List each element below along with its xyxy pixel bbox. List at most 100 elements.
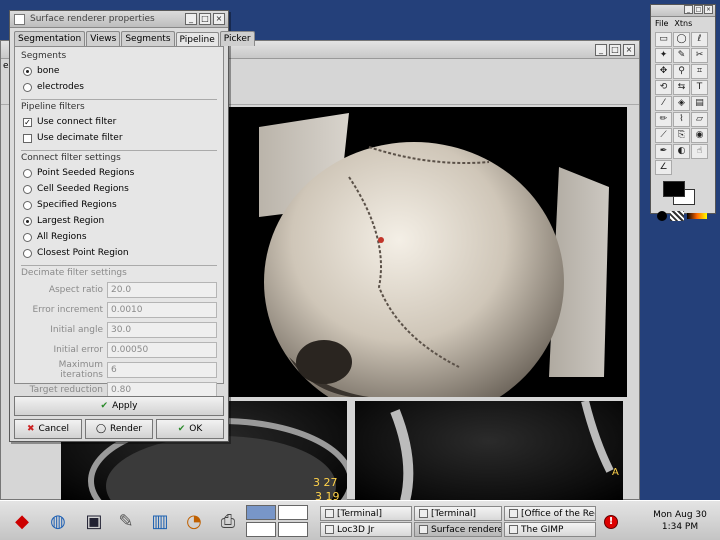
bucket-fill-icon[interactable]: ◈ [673,96,690,111]
browser-icon[interactable]: ◍ [44,507,72,535]
minimize-icon[interactable]: _ [595,44,607,56]
apply-button[interactable]: ✔ Apply [14,396,224,416]
task-gimp[interactable]: The GIMP [504,522,596,537]
radio-largest[interactable]: Largest Region [21,213,217,229]
scissors-icon[interactable]: ✂ [691,48,708,63]
minimize-icon[interactable]: _ [684,5,693,14]
initial-error-input[interactable]: 0.00050 [107,342,217,358]
tab-picker[interactable]: Picker [219,31,255,46]
radio-all[interactable]: All Regions [21,229,217,245]
color-swatches[interactable] [655,179,711,207]
printer-icon[interactable]: ⎙ [214,507,242,535]
magic-wand-icon[interactable]: ✦ [655,48,672,63]
ellipse-select-icon[interactable]: ◯ [673,32,690,47]
move-icon[interactable]: ✥ [655,64,672,79]
flip-icon[interactable]: ⇆ [673,80,690,95]
tab-pipeline[interactable]: Pipeline [175,32,219,47]
surface-render-view[interactable] [229,107,627,397]
dialog-titlebar[interactable]: Surface renderer properties _ □ × [10,11,228,28]
workspace-1[interactable] [246,505,276,520]
maximize-icon[interactable]: □ [694,5,703,14]
radio-cell-seeded[interactable]: Cell Seeded Regions [21,181,217,197]
radio-icon[interactable] [23,200,32,210]
text-editor-icon[interactable]: ✎ [112,507,140,535]
magnify-icon[interactable]: ⚲ [673,64,690,79]
terminal-icon[interactable]: ▣ [80,507,108,535]
brush-icon[interactable] [657,211,667,221]
radio-icon[interactable] [23,248,32,258]
radio-point-seeded[interactable]: Point Seeded Regions [21,165,217,181]
workspace-4[interactable] [278,522,308,537]
office-presentation-icon[interactable]: ◔ [180,507,208,535]
blend-icon[interactable]: ▤ [691,96,708,111]
radio-bone[interactable]: bone [21,63,217,79]
window-icon[interactable] [14,13,25,25]
smudge-icon[interactable]: ☝ [691,144,708,159]
foreground-color[interactable] [663,181,685,197]
pencil-icon[interactable]: ✏ [655,112,672,127]
workspace-3[interactable] [246,522,276,537]
clone-icon[interactable]: ⎘ [673,128,690,143]
checkbox-icon[interactable] [23,133,32,143]
radio-icon[interactable] [23,168,32,178]
convolve-icon[interactable]: ◉ [691,128,708,143]
error-increment-input[interactable]: 0.0010 [107,302,217,318]
text-icon[interactable]: T [691,80,708,95]
maximize-icon[interactable]: □ [199,13,211,25]
transform-icon[interactable]: ⟲ [655,80,672,95]
cancel-button[interactable]: ✖ Cancel [14,419,82,439]
ink-icon[interactable]: ✒ [655,144,672,159]
radio-electrodes[interactable]: electrodes [21,79,217,95]
aspect-ratio-input[interactable]: 20.0 [107,282,217,298]
radio-specified[interactable]: Specified Regions [21,197,217,213]
menu-xtns[interactable]: Xtns [674,19,692,28]
airbrush-icon[interactable]: ⟋ [655,128,672,143]
maximize-icon[interactable]: □ [609,44,621,56]
workspace-2[interactable] [278,505,308,520]
gimp-titlebar[interactable]: _ □ × [651,5,715,17]
task-terminal-2[interactable]: [Terminal] [414,506,502,521]
max-iterations-input[interactable]: 6 [107,362,217,378]
rect-select-icon[interactable]: ▭ [655,32,672,47]
lasso-icon[interactable]: ℓ [691,32,708,47]
office-writer-icon[interactable]: ▥ [146,507,174,535]
radio-icon[interactable] [23,232,32,242]
task-loc3d[interactable]: Loc3D Jr [320,522,412,537]
radio-icon[interactable] [23,82,32,92]
sagittal-slice-view[interactable]: A [355,401,623,501]
clock[interactable]: Mon Aug 30 1:34 PM [644,509,716,533]
tab-views[interactable]: Views [86,31,121,46]
ok-button[interactable]: ✔ OK [156,419,224,439]
close-icon[interactable]: × [213,13,225,25]
update-alert-icon[interactable]: ! [604,515,618,529]
checkbox-connect-filter[interactable]: ✓ Use connect filter [21,114,217,130]
render-button[interactable]: ◯ Render [85,419,153,439]
tab-segments[interactable]: Segments [121,31,175,46]
radio-selected-icon[interactable] [23,66,32,76]
task-terminal-1[interactable]: [Terminal] [320,506,412,521]
task-surface-renderer[interactable]: Surface renderer pr [414,522,502,537]
checkbox-decimate-filter[interactable]: Use decimate filter [21,130,217,146]
eraser-icon[interactable]: ▱ [691,112,708,127]
initial-angle-input[interactable]: 30.0 [107,322,217,338]
pattern-icon[interactable] [670,211,684,221]
radio-closest-point[interactable]: Closest Point Region [21,245,217,261]
redhat-menu-icon[interactable]: ◆ [8,507,36,535]
radio-icon[interactable] [23,184,32,194]
measure-icon[interactable]: ∠ [655,160,672,175]
task-office-registrar[interactable]: [Office of the Regis [504,506,596,521]
bezier-select-icon[interactable]: ✎ [673,48,690,63]
gradient-icon[interactable] [687,213,707,219]
close-icon[interactable]: × [704,5,713,14]
paintbrush-icon[interactable]: ⌇ [673,112,690,127]
checkbox-checked-icon[interactable]: ✓ [23,117,32,127]
tab-segmentation[interactable]: Segmentation [14,31,86,46]
dodge-burn-icon[interactable]: ◐ [673,144,690,159]
menu-file[interactable]: File [655,19,668,28]
close-icon[interactable]: × [623,44,635,56]
viewer-menu-item[interactable]: e [3,61,9,71]
minimize-icon[interactable]: _ [185,13,197,25]
radio-selected-icon[interactable] [23,216,32,226]
crop-icon[interactable]: ⌗ [691,64,708,79]
color-picker-icon[interactable]: ⁄ [655,96,672,111]
